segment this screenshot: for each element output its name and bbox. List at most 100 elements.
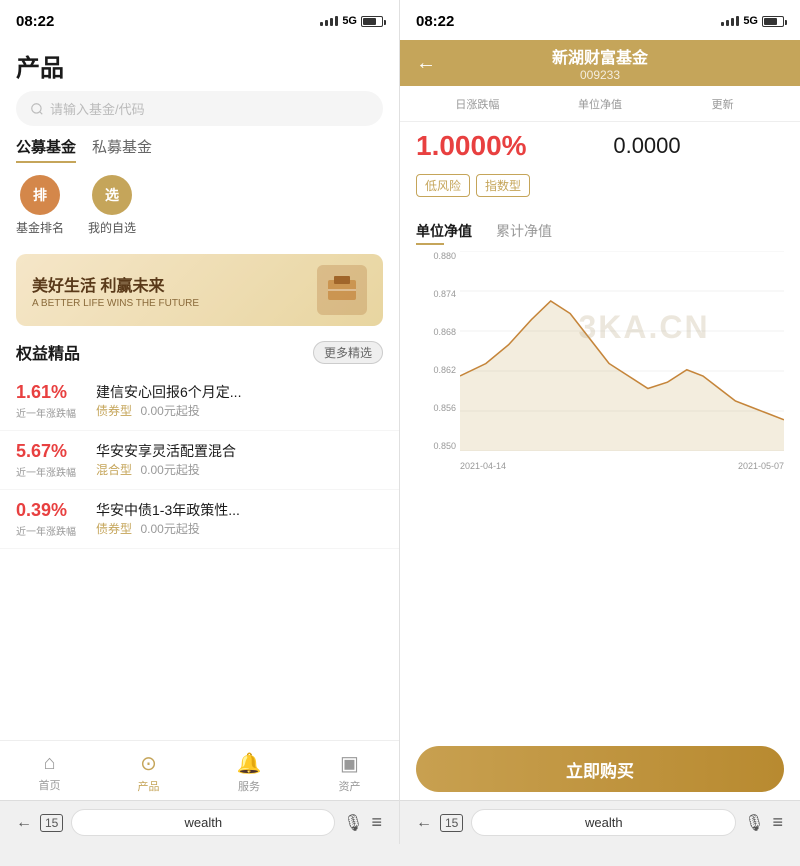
fund-return-0: 1.61% 近一年涨跌幅 — [16, 382, 86, 420]
left-menu-icon[interactable]: ≡ — [371, 812, 383, 833]
y-label-0: 0.880 — [433, 251, 456, 261]
right-browser-bar: ← 15 wealth 🎙 ≡ — [400, 800, 800, 844]
right-status-icons: 5G — [721, 15, 784, 27]
fund-name: 新湖财富基金 — [446, 44, 754, 68]
filter-watchlist[interactable]: 选 我的自选 — [88, 175, 136, 236]
filter-ranking[interactable]: 排 基金排名 — [16, 175, 64, 236]
network-icon: 5G — [342, 15, 357, 27]
values-row: 1.0000% 0.0000 — [400, 122, 800, 174]
left-status-icons: 5G — [320, 15, 383, 27]
badge-type: 指数型 — [476, 174, 530, 197]
home-icon: ⌂ — [43, 752, 55, 775]
fund-header: ← 新湖财富基金 009233 — [400, 40, 800, 86]
left-browser-input[interactable]: wealth — [71, 809, 335, 836]
fund-info-2: 华安中债1-3年政策性... 债券型 0.00元起投 — [86, 500, 383, 538]
nav-assets-label: 资产 — [338, 778, 360, 794]
back-button[interactable]: ← — [416, 52, 436, 75]
search-icon — [30, 102, 44, 116]
right-battery-icon — [762, 16, 784, 27]
fund-code: 009233 — [446, 68, 754, 82]
right-network-icon: 5G — [743, 15, 758, 27]
left-browser-bar: ← 15 wealth 🎙 ≡ — [0, 800, 399, 844]
y-label-2: 0.868 — [433, 327, 456, 337]
banner-text: 美好生活 利赢未来 A BETTER LIFE WINS THE FUTURE — [32, 272, 199, 309]
tab-private-fund[interactable]: 私募基金 — [92, 136, 152, 163]
banner-main-text: 美好生活 利赢未来 — [32, 272, 199, 296]
search-placeholder: 请输入基金/代码 — [50, 99, 145, 118]
left-mic-icon[interactable]: 🎙 — [343, 813, 363, 833]
right-signal-icon — [721, 16, 739, 26]
stat-label-update: 更新 — [661, 95, 784, 113]
products-icon: ⊙ — [140, 751, 157, 776]
section-header: 权益精品 更多精选 — [0, 340, 399, 372]
chart-tab-cumulative[interactable]: 累计净值 — [496, 221, 552, 245]
y-label-1: 0.874 — [433, 289, 456, 299]
chart-x-labels: 2021-04-14 2021-05-07 — [460, 461, 784, 471]
filter-ranking-label: 基金排名 — [16, 219, 64, 236]
stat-label-daily: 日涨跌幅 — [416, 95, 539, 113]
nav-services[interactable]: 🔔 服务 — [237, 751, 262, 794]
nav-products[interactable]: ⊙ 产品 — [138, 751, 160, 794]
right-status-bar: 08:22 5G — [400, 0, 800, 40]
fund-item-2[interactable]: 0.39% 近一年涨跌幅 华安中债1-3年政策性... 债券型 0.00元起投 — [0, 490, 399, 549]
assets-icon: ▣ — [340, 751, 359, 776]
fund-badges: 低风险 指数型 — [400, 174, 800, 209]
right-time: 08:22 — [416, 13, 454, 30]
chart-section: 单位净值 累计净值 3KA.CN 0.880 0.874 0.868 0.862 — [400, 209, 800, 738]
banner-sub-text: A BETTER LIFE WINS THE FUTURE — [32, 298, 199, 309]
nav-assets[interactable]: ▣ 资产 — [338, 751, 360, 794]
fund-item-1[interactable]: 5.67% 近一年涨跌幅 华安安享灵活配置混合 混合型 0.00元起投 — [0, 431, 399, 490]
y-label-3: 0.862 — [433, 365, 456, 375]
fund-tabs: 公募基金 私募基金 — [0, 136, 399, 163]
stat-label-nav: 单位净值 — [539, 95, 662, 113]
left-browser-back[interactable]: ← — [16, 814, 32, 832]
right-browser-back[interactable]: ← — [416, 814, 432, 832]
nav-services-label: 服务 — [238, 778, 260, 794]
signal-icon — [320, 16, 338, 26]
section-title: 权益精品 — [16, 340, 80, 364]
chart-area — [460, 251, 784, 451]
fund-item-0[interactable]: 1.61% 近一年涨跌幅 建信安心回报6个月定... 债券型 0.00元起投 — [0, 372, 399, 431]
left-status-bar: 08:22 5G — [0, 0, 399, 40]
fund-info-1: 华安安享灵活配置混合 混合型 0.00元起投 — [86, 441, 383, 479]
y-label-5: 0.850 — [433, 441, 456, 451]
right-menu-icon[interactable]: ≡ — [772, 812, 784, 833]
fund-info-0: 建信安心回报6个月定... 债券型 0.00元起投 — [86, 382, 383, 420]
x-label-start: 2021-04-14 — [460, 461, 506, 471]
buy-button[interactable]: 立即购买 — [416, 746, 784, 792]
nav-home[interactable]: ⌂ 首页 — [39, 752, 61, 793]
battery-icon — [361, 16, 383, 27]
stats-labels-row: 日涨跌幅 单位净值 更新 — [400, 86, 800, 122]
fund-list: 1.61% 近一年涨跌幅 建信安心回报6个月定... 债券型 0.00元起投 5… — [0, 372, 399, 549]
services-icon: 🔔 — [237, 751, 262, 776]
page-title: 产品 — [0, 40, 399, 91]
left-time: 08:22 — [16, 13, 54, 30]
banner-icon — [317, 265, 367, 315]
chart-tabs: 单位净值 累计净值 — [416, 221, 784, 245]
search-bar[interactable]: 请输入基金/代码 — [16, 91, 383, 126]
x-label-end: 2021-05-07 — [738, 461, 784, 471]
filter-watchlist-label: 我的自选 — [88, 219, 136, 236]
chart-tab-unit-nav[interactable]: 单位净值 — [416, 221, 472, 245]
right-mic-icon[interactable]: 🎙 — [744, 813, 764, 833]
bottom-nav: ⌂ 首页 ⊙ 产品 🔔 服务 ▣ 资产 — [0, 740, 399, 800]
chart-tab-underline — [416, 243, 444, 245]
tab-public-fund[interactable]: 公募基金 — [16, 136, 76, 163]
filter-row: 排 基金排名 选 我的自选 — [0, 175, 399, 236]
left-phone: 08:22 5G 产品 请输入基金/代码 — [0, 0, 400, 844]
right-phone: 08:22 5G ← 新湖财富基金 009233 — [400, 0, 800, 844]
more-button[interactable]: 更多精选 — [313, 341, 383, 364]
nav-value: 0.0000 — [570, 133, 724, 159]
y-label-4: 0.856 — [433, 403, 456, 413]
banner[interactable]: 美好生活 利赢未来 A BETTER LIFE WINS THE FUTURE — [16, 254, 383, 326]
left-tab-count[interactable]: 15 — [40, 814, 63, 832]
filter-ranking-circle: 排 — [20, 175, 60, 215]
nav-products-label: 产品 — [138, 778, 160, 794]
right-browser-input[interactable]: wealth — [471, 809, 736, 836]
fund-title-block: 新湖财富基金 009233 — [446, 44, 754, 82]
fund-return-2: 0.39% 近一年涨跌幅 — [16, 500, 86, 538]
badge-risk: 低风险 — [416, 174, 470, 197]
right-tab-count[interactable]: 15 — [440, 814, 463, 832]
daily-change-value: 1.0000% — [416, 130, 570, 162]
chart-y-labels: 0.880 0.874 0.868 0.862 0.856 0.850 — [416, 251, 460, 451]
